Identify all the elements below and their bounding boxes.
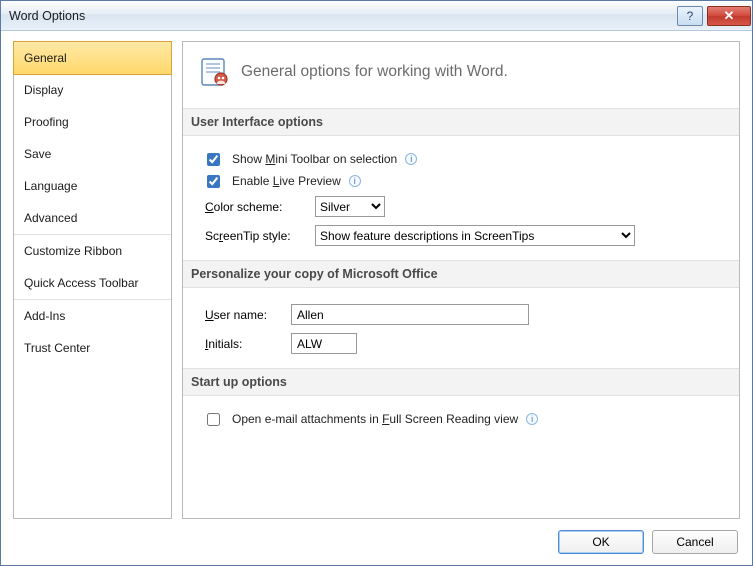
sidebar-item-save[interactable]: Save xyxy=(14,138,171,170)
checkbox-row-fullscreen-reading[interactable]: Open e-mail attachments in Full Screen R… xyxy=(199,408,723,430)
username-row: User name: xyxy=(199,300,723,329)
info-icon[interactable]: i xyxy=(405,153,417,165)
body-area: General Display Proofing Save Language A… xyxy=(1,31,752,519)
sidebar-item-language[interactable]: Language xyxy=(14,170,171,202)
mini-toolbar-checkbox[interactable] xyxy=(207,153,220,166)
screentip-select[interactable]: Show feature descriptions in ScreenTips xyxy=(315,225,635,246)
username-input[interactable] xyxy=(291,304,529,325)
screentip-label: ScreenTip style: xyxy=(205,229,307,243)
fullscreen-reading-checkbox[interactable] xyxy=(207,413,220,426)
sidebar-item-add-ins[interactable]: Add-Ins xyxy=(14,300,171,332)
ok-button[interactable]: OK xyxy=(558,530,644,554)
color-scheme-label: Color scheme: xyxy=(205,200,307,214)
section-header-startup: Start up options xyxy=(183,368,739,396)
cancel-button[interactable]: Cancel xyxy=(652,530,738,554)
info-icon[interactable]: i xyxy=(526,413,538,425)
checkbox-row-mini-toolbar[interactable]: Show Mini Toolbar on selection i xyxy=(199,148,723,170)
word-options-dialog: Word Options ? ✕ General Display Proofin… xyxy=(0,0,753,566)
initials-row: Initials: xyxy=(199,329,723,358)
sidebar-item-proofing[interactable]: Proofing xyxy=(14,106,171,138)
checkbox-row-live-preview[interactable]: Enable Live Preview i xyxy=(199,170,723,192)
screentip-row: ScreenTip style: Show feature descriptio… xyxy=(199,221,723,250)
close-icon: ✕ xyxy=(724,8,735,24)
mini-toolbar-label: Show Mini Toolbar on selection xyxy=(232,152,397,166)
fullscreen-reading-label: Open e-mail attachments in Full Screen R… xyxy=(232,412,518,426)
sidebar-item-general[interactable]: General xyxy=(13,41,172,75)
sidebar-item-customize-ribbon[interactable]: Customize Ribbon xyxy=(14,235,171,267)
help-button[interactable]: ? xyxy=(677,6,703,26)
window-title: Word Options xyxy=(1,9,677,23)
dialog-footer: OK Cancel xyxy=(1,519,752,565)
content-pane: General options for working with Word. U… xyxy=(182,41,740,519)
content-header-text: General options for working with Word. xyxy=(241,63,508,81)
close-button[interactable]: ✕ xyxy=(707,6,751,26)
info-icon[interactable]: i xyxy=(349,175,361,187)
sidebar-item-display[interactable]: Display xyxy=(14,74,171,106)
content-header: General options for working with Word. xyxy=(199,56,723,88)
sidebar: General Display Proofing Save Language A… xyxy=(13,41,172,519)
titlebar[interactable]: Word Options ? ✕ xyxy=(1,1,752,31)
username-label: User name: xyxy=(205,308,283,322)
color-scheme-row: Color scheme: Silver xyxy=(199,192,723,221)
initials-input[interactable] xyxy=(291,333,357,354)
sidebar-item-trust-center[interactable]: Trust Center xyxy=(14,332,171,364)
sidebar-item-quick-access-toolbar[interactable]: Quick Access Toolbar xyxy=(14,267,171,299)
options-general-icon xyxy=(199,56,231,88)
sidebar-item-advanced[interactable]: Advanced xyxy=(14,202,171,234)
section-header-ui-options: User Interface options xyxy=(183,108,739,136)
live-preview-checkbox[interactable] xyxy=(207,175,220,188)
color-scheme-select[interactable]: Silver xyxy=(315,196,385,217)
live-preview-label: Enable Live Preview xyxy=(232,174,341,188)
initials-label: Initials: xyxy=(205,337,283,351)
section-header-personalize: Personalize your copy of Microsoft Offic… xyxy=(183,260,739,288)
